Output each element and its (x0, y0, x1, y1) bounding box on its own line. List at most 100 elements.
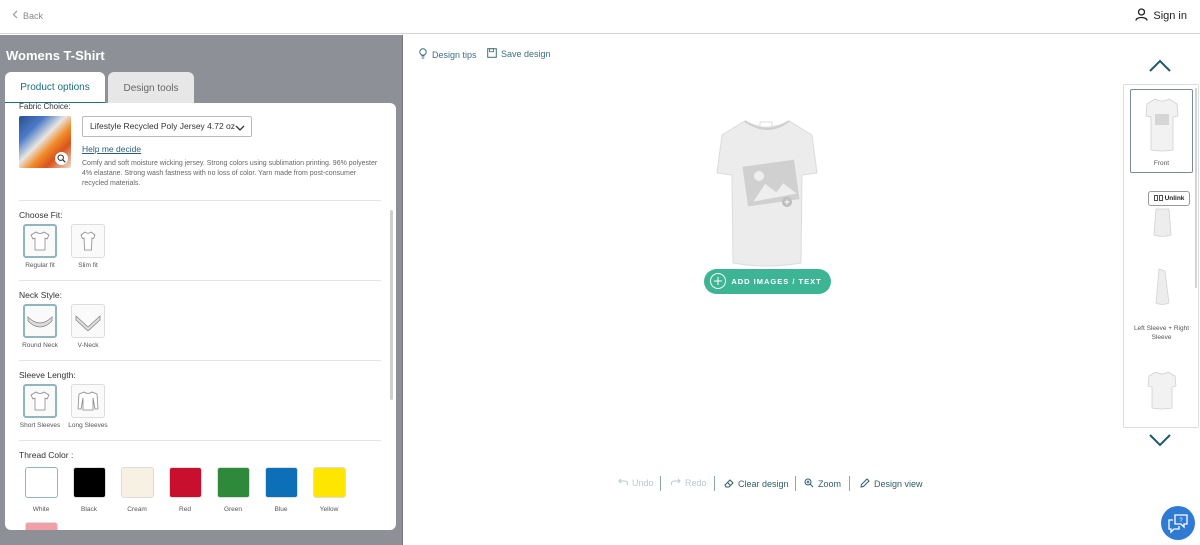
sleeve-option-short[interactable]: Short Sleeves (15, 384, 65, 429)
view-sleeves[interactable]: Left Sleeve + Right Sleeve (1130, 265, 1193, 345)
neck-option-vneck[interactable]: V-Neck (63, 304, 113, 349)
back-link[interactable]: Back (12, 10, 43, 21)
sleeve-length-label: Sleeve Length: (19, 370, 76, 380)
zoom-icon (804, 478, 814, 490)
divider (19, 440, 381, 441)
view-back[interactable] (1130, 199, 1193, 259)
views-scrollbar[interactable] (1195, 88, 1197, 288)
choose-fit-label: Choose Fit: (19, 210, 63, 220)
toolbar-separator (660, 476, 661, 491)
zoom-in-icon[interactable] (55, 152, 68, 165)
view-front[interactable]: Front (1130, 89, 1193, 173)
fabric-choice-label: Fabric Choice: (19, 103, 71, 111)
fit-option-slim[interactable]: Slim fit (63, 224, 113, 269)
fit-option-regular[interactable]: Regular fit (15, 224, 65, 269)
color-label: White (32, 506, 50, 513)
views-scroll-down-button[interactable] (1148, 432, 1172, 453)
redo-label: Redo (685, 478, 707, 488)
views-scroll-up-button[interactable] (1148, 58, 1172, 79)
panel-scrollbar[interactable] (390, 210, 393, 400)
neck-style-label: Neck Style: (19, 290, 62, 300)
short-sleeve-icon (30, 391, 50, 411)
tshirt-icon (80, 231, 96, 251)
fabric-select[interactable]: Lifestyle Recycled Poly Jersey 4.72 oz (82, 116, 252, 137)
zoom-button[interactable]: Zoom (804, 478, 841, 490)
sleeve-option-long[interactable]: Long Sleeves (63, 384, 113, 429)
design-tips-label: Design tips (432, 49, 477, 60)
neck-option-label: Round Neck (22, 342, 58, 349)
color-square (216, 467, 250, 498)
save-design-link[interactable]: Save design (487, 48, 551, 60)
tshirt-other-thumbnail (1147, 371, 1176, 410)
color-square (24, 522, 58, 530)
help-me-decide-link[interactable]: Help me decide (82, 144, 141, 154)
save-design-label: Save design (501, 49, 551, 59)
thread-color-swatch[interactable]: Yellow (309, 467, 349, 513)
chevron-left-icon (12, 10, 18, 21)
color-label: Red (179, 506, 191, 513)
thread-color-swatch[interactable]: Black (69, 467, 109, 513)
tab-design-tools[interactable]: Design tools (108, 72, 194, 104)
back-label: Back (23, 10, 44, 21)
tshirt-sleeve-thumbnail (1155, 268, 1169, 305)
unlink-icon (1153, 194, 1163, 204)
toolbar-separator (714, 476, 715, 491)
view-front-label: Front (1153, 160, 1170, 167)
v-neck-icon (75, 315, 101, 331)
color-label: Blue (274, 506, 288, 513)
fabric-description: Comfy and soft moisture wicking jersey. … (82, 160, 378, 187)
chat-icon: ? (1168, 514, 1188, 534)
tshirt-icon (30, 231, 50, 251)
unlink-button[interactable]: Unlink (1148, 191, 1190, 206)
neck-option-round[interactable]: Round Neck (15, 304, 65, 349)
sleeve-option-label: Short Sleeves (19, 422, 61, 429)
color-square (312, 467, 346, 498)
views-panel: Front Left Sleeve + Right Sleeve (1123, 84, 1199, 428)
thread-color-swatch[interactable]: Green (213, 467, 253, 513)
thread-color-swatch[interactable]: Red (165, 467, 205, 513)
divider (19, 360, 381, 361)
product-options-sidebar: Womens T-Shirt Product options Design to… (0, 35, 403, 545)
redo-icon (671, 478, 681, 488)
chevron-down-icon (235, 121, 245, 140)
thread-color-swatch[interactable] (21, 522, 61, 530)
undo-label: Undo (632, 478, 654, 488)
toolbar-separator (795, 476, 796, 491)
save-icon (487, 48, 497, 60)
color-square (72, 467, 106, 498)
neck-option-label: V-Neck (77, 342, 99, 349)
color-square (168, 467, 202, 498)
design-tips-link[interactable]: Design tips (418, 48, 477, 61)
tshirt-front-thumbnail (1145, 98, 1178, 152)
sign-in-button[interactable]: Sign in (1135, 8, 1187, 24)
chevron-up-icon (1149, 59, 1171, 72)
design-view-button[interactable]: Design view (860, 478, 923, 490)
divider (19, 200, 381, 201)
user-icon (1135, 8, 1149, 24)
sign-in-label: Sign in (1153, 10, 1187, 22)
thread-color-swatch[interactable]: Blue (261, 467, 301, 513)
fabric-select-value: Lifestyle Recycled Poly Jersey 4.72 oz (90, 121, 236, 131)
tshirt-preview[interactable] (707, 113, 827, 273)
color-label: Yellow (319, 506, 339, 513)
redo-button[interactable]: Redo (671, 478, 707, 488)
zoom-label: Zoom (818, 479, 842, 489)
tab-product-options[interactable]: Product options (5, 72, 105, 104)
add-images-text-button[interactable]: ADD IMAGES / TEXT (704, 269, 831, 294)
sleeve-option-label: Long Sleeves (68, 422, 108, 429)
undo-icon (618, 478, 628, 488)
thread-color-swatch[interactable]: Cream (117, 467, 157, 513)
fit-option-label: Regular fit (25, 262, 55, 269)
color-square (264, 467, 298, 498)
thread-color-swatch[interactable]: White (21, 467, 61, 513)
clear-design-button[interactable]: Clear design (724, 478, 789, 490)
eraser-icon (724, 478, 734, 490)
round-neck-icon (27, 316, 53, 328)
fabric-thumbnail[interactable] (19, 116, 71, 168)
view-other[interactable] (1130, 370, 1193, 418)
divider (19, 280, 381, 281)
toolbar-separator (849, 476, 850, 491)
help-chat-button[interactable]: ? (1161, 506, 1195, 540)
undo-button[interactable]: Undo (618, 478, 654, 488)
view-sleeves-label: Left Sleeve + Right Sleeve (1133, 325, 1190, 341)
